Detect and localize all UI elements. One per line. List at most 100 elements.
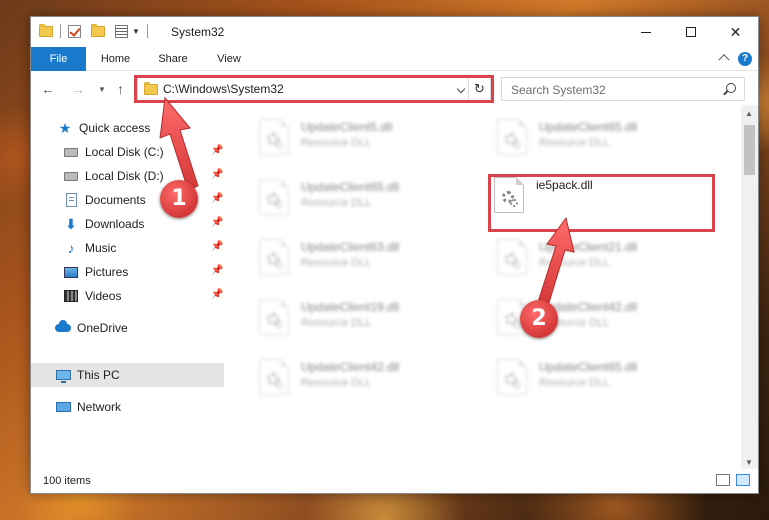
sidebar-item-downloads[interactable]: ⬇ Downloads [63,213,144,235]
file-name: UpdateClient65.dll [539,120,638,134]
file-item[interactable]: UpdateClient5.dll Resource DLL [235,113,460,163]
sidebar-item-pictures[interactable]: Pictures [63,261,128,283]
dll-file-icon [259,239,289,275]
disk-icon [63,169,79,183]
address-text[interactable]: C:\Windows\System32 [163,82,284,96]
sidebar-item-documents[interactable]: Documents [63,189,146,211]
help-icon[interactable]: ? [738,52,752,66]
file-name: UpdateClient42.dll [539,300,638,314]
file-item[interactable]: UpdateClient42.dll Resource DLL [473,293,698,343]
file-name: UpdateClient65.dll [539,360,638,374]
sidebar-item-label: This PC [77,368,120,382]
sidebar-item-label: Network [77,400,122,414]
tab-view[interactable]: View [207,47,251,71]
window-title: System32 [171,25,225,39]
file-type: Resource DLL [539,257,610,269]
minimize-button[interactable] [623,17,668,47]
file-name: UpdateClient65.dll [301,180,400,194]
navigation-bar: ← → ▼ ↑ C:\Windows\System32 ↻ Search Sys… [31,73,758,105]
file-item[interactable]: UpdateClient65.dll Resource DLL [235,173,460,223]
sidebar-item-local-disk-c[interactable]: Local Disk (C:) [63,141,223,163]
dll-file-icon [259,299,289,335]
sidebar-item-onedrive[interactable]: OneDrive [55,317,128,339]
new-folder-icon[interactable] [91,23,105,37]
maximize-button[interactable] [668,17,713,47]
close-button[interactable]: ✕ [713,17,758,47]
pin-icon[interactable]: 📌 [211,145,223,156]
dll-file-icon [497,359,527,395]
file-type: Resource DLL [539,137,610,149]
file-name: UpdateClient21.dll [539,240,638,254]
search-icon[interactable] [726,83,736,93]
pin-icon[interactable]: 📌 [211,193,223,204]
expand-ribbon-icon[interactable] [718,54,730,66]
music-icon: ♪ [67,240,75,256]
refresh-button[interactable]: ↻ [468,78,490,100]
scroll-up-icon[interactable]: ▲ [745,109,753,118]
file-type: Resource DLL [301,137,372,149]
separator [60,24,61,38]
file-type: Resource DLL [301,197,372,209]
sidebar-item-music[interactable]: ♪ Music [63,237,117,259]
onedrive-icon [55,320,71,335]
window-controls: ✕ [623,17,758,47]
forward-arrow-icon[interactable]: → [71,81,85,97]
customize-icon[interactable] [115,24,128,38]
address-dropdown-icon[interactable] [456,84,466,94]
dll-file-icon [497,239,527,275]
caret-down-icon[interactable]: ▼ [132,27,140,36]
pictures-icon [63,265,79,279]
item-count: 100 items [43,475,91,487]
sidebar-item-local-disk-d[interactable]: Local Disk (D:) [63,165,164,187]
file-item[interactable]: UpdateClient21.dll Resource DLL [473,233,698,283]
star-icon: ★ [58,119,72,136]
minimize-icon [640,31,651,33]
dll-file-icon [497,299,527,335]
sidebar-item-label: Quick access [79,121,151,135]
sidebar-item-label: Videos [85,289,122,303]
file-item[interactable]: UpdateClient19.dll Resource DLL [235,293,460,343]
view-switcher [716,474,750,486]
search-box[interactable]: Search System32 [501,77,745,101]
folder-icon [39,23,53,37]
details-view-icon[interactable] [716,474,730,486]
pin-icon[interactable]: 📌 [211,169,223,180]
tab-file[interactable]: File [31,47,86,71]
file-type: Resource DLL [301,377,372,389]
file-name: ie5pack.dll [536,178,593,192]
separator [146,24,148,38]
file-item[interactable]: UpdateClient65.dll Resource DLL [473,113,698,163]
file-item[interactable]: UpdateClient42.dll Resource DLL [235,353,460,403]
sidebar-item-label: Pictures [85,265,129,279]
file-item-ie5pack[interactable]: ie5pack.dll [473,173,698,223]
vertical-scrollbar[interactable]: ▲ ▼ [741,105,758,471]
sidebar-item-this-pc[interactable]: This PC [55,364,120,386]
recent-locations-icon[interactable]: ▼ [98,85,106,94]
documents-icon [63,193,79,207]
search-input[interactable]: Search System32 [511,83,606,97]
up-arrow-icon[interactable]: ↑ [117,81,124,97]
scroll-thumb[interactable] [744,125,755,175]
large-icons-view-icon[interactable] [736,474,750,486]
address-bar[interactable]: C:\Windows\System32 ↻ [137,77,491,101]
pin-icon[interactable]: 📌 [211,289,223,300]
tab-home[interactable]: Home [93,47,138,71]
maximize-icon [685,27,696,37]
download-icon: ⬇ [65,215,77,232]
back-arrow-icon[interactable]: ← [41,81,55,97]
tab-share[interactable]: Share [149,47,197,71]
sidebar-item-quick-access[interactable]: ★ Quick access [57,117,151,139]
properties-check-icon[interactable] [68,24,81,38]
sidebar-item-label: Local Disk (C:) [85,145,164,159]
sidebar-item-videos[interactable]: Videos [63,285,121,307]
close-icon: ✕ [729,23,742,40]
pin-icon[interactable]: 📌 [211,241,223,252]
pin-icon[interactable]: 📌 [211,265,223,276]
scroll-down-icon[interactable]: ▼ [745,458,753,467]
sidebar-item-network[interactable]: Network [55,396,121,418]
file-item[interactable]: UpdateClient63.dll Resource DLL [235,233,460,283]
dll-file-icon [494,177,524,213]
pin-icon[interactable]: 📌 [211,217,223,228]
dll-file-icon [497,119,527,155]
file-item[interactable]: UpdateClient65.dll Resource DLL [473,353,698,403]
